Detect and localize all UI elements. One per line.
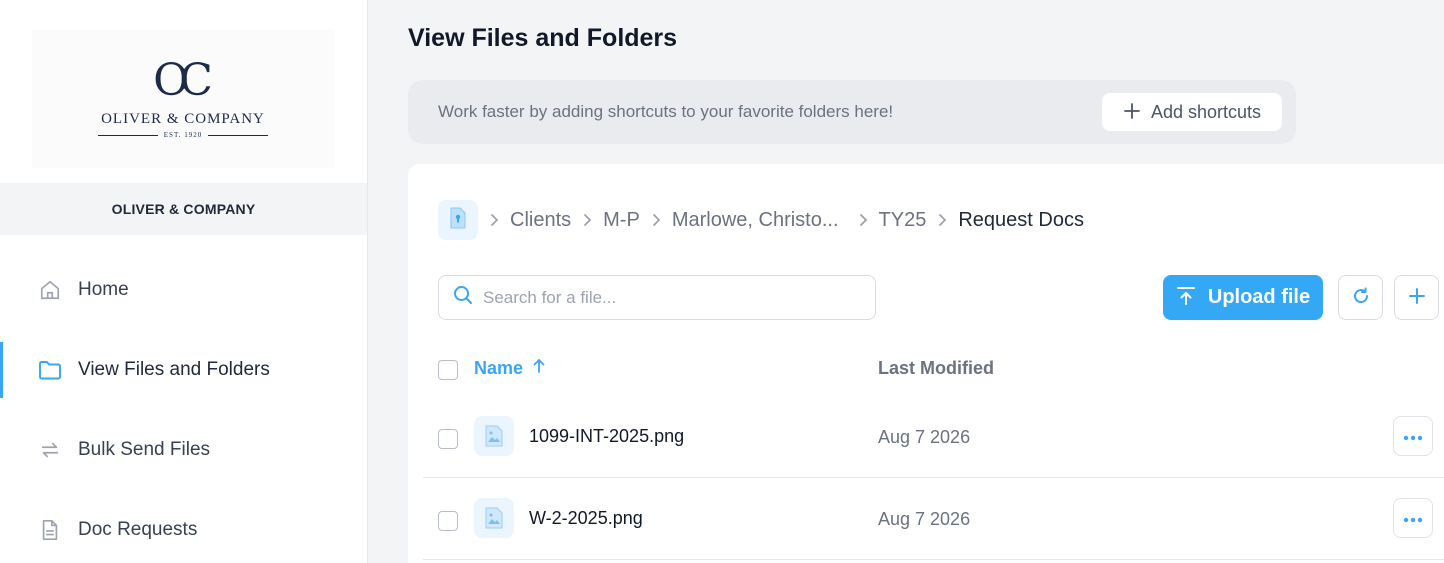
upload-file-label: Upload file <box>1207 286 1311 308</box>
column-header-name-label: Name <box>474 358 524 378</box>
chevron-right-icon <box>490 213 500 227</box>
table-row[interactable]: W-2-2025.png Aug 7 2026 <box>423 478 1444 560</box>
breadcrumb-current: Request Docs <box>958 208 1084 231</box>
file-name[interactable]: 1099-INT-2025.png <box>529 426 684 447</box>
more-horizontal-icon <box>1403 429 1423 444</box>
image-file-icon <box>474 498 514 538</box>
search-box <box>438 275 876 320</box>
breadcrumb-root[interactable] <box>438 200 478 240</box>
column-header-name[interactable]: Name <box>474 358 545 379</box>
secure-folder-icon <box>449 207 467 234</box>
logo-monogram: OC <box>153 55 213 106</box>
upload-icon <box>1176 286 1196 309</box>
logo-established: EST. 1920 <box>97 131 269 139</box>
breadcrumb-item[interactable]: Marlowe, Christo... <box>672 209 839 232</box>
nav-item-label: View Files and Folders <box>78 359 270 380</box>
logo-rule-right <box>208 134 269 136</box>
arrow-up-icon <box>533 358 545 379</box>
breadcrumb-item[interactable]: M-P <box>603 209 640 232</box>
row-checkbox[interactable] <box>438 429 458 449</box>
home-icon <box>38 278 62 302</box>
add-shortcuts-button[interactable]: Add shortcuts <box>1102 93 1282 131</box>
row-actions-button[interactable] <box>1393 498 1433 538</box>
file-last-modified: Aug 7 2026 <box>878 509 971 529</box>
nav-item-label: Bulk Send Files <box>78 439 211 460</box>
file-name[interactable]: W-2-2025.png <box>529 508 643 529</box>
refresh-icon <box>1351 286 1371 309</box>
image-file-icon <box>474 416 514 456</box>
document-icon <box>38 518 62 542</box>
chevron-right-icon <box>938 213 948 227</box>
table-row[interactable]: 1099-INT-2025.png Aug 7 2026 <box>423 396 1444 478</box>
nav-item-bulk-send[interactable]: Bulk Send Files <box>0 422 367 478</box>
plus-icon <box>1123 102 1141 123</box>
upload-file-button[interactable]: Upload file <box>1163 275 1323 320</box>
nav-item-view-files[interactable]: View Files and Folders <box>0 342 367 398</box>
row-actions-button[interactable] <box>1393 416 1433 456</box>
column-header-last-modified[interactable]: Last Modified <box>878 358 994 379</box>
shortcuts-hint: Work faster by adding shortcuts to your … <box>438 102 894 121</box>
search-input[interactable] <box>483 287 843 308</box>
company-logo: OC OLIVER & COMPANY EST. 1920 <box>32 30 334 168</box>
file-last-modified: Aug 7 2026 <box>878 427 971 447</box>
main-content: View Files and Folders Work faster by ad… <box>368 0 1444 563</box>
organization-name: OLIVER & COMPANY <box>0 183 367 235</box>
chevron-right-icon <box>652 213 662 227</box>
sidebar: OC OLIVER & COMPANY EST. 1920 OLIVER & C… <box>0 0 368 563</box>
search-icon <box>453 285 473 310</box>
page-title: View Files and Folders <box>408 24 678 52</box>
breadcrumb: Clients M-P Marlowe, Christo... TY25 Req… <box>438 200 1084 240</box>
more-horizontal-icon <box>1403 511 1423 526</box>
logo-wordmark: OLIVER & COMPANY <box>101 111 265 127</box>
nav-item-doc-requests[interactable]: Doc Requests <box>0 502 367 558</box>
logo-rule-left <box>97 134 158 136</box>
folder-icon <box>38 358 62 382</box>
chevron-right-icon <box>583 213 593 227</box>
nav-item-home[interactable]: Home <box>0 262 367 318</box>
add-new-button[interactable] <box>1394 275 1439 320</box>
logo-est-text: EST. 1920 <box>163 131 203 139</box>
nav-item-label: Doc Requests <box>78 519 198 540</box>
breadcrumb-item[interactable]: TY25 <box>879 209 927 232</box>
select-all-checkbox[interactable] <box>438 360 458 380</box>
files-panel: Clients M-P Marlowe, Christo... TY25 Req… <box>408 164 1444 563</box>
chevron-right-icon <box>859 213 869 227</box>
breadcrumb-item[interactable]: Clients <box>510 209 571 232</box>
row-checkbox[interactable] <box>438 511 458 531</box>
refresh-button[interactable] <box>1338 275 1383 320</box>
add-shortcuts-label: Add shortcuts <box>1150 101 1262 122</box>
swap-arrows-icon <box>38 438 62 462</box>
plus-icon <box>1408 287 1426 308</box>
nav-item-label: Home <box>78 279 129 300</box>
shortcuts-banner: Work faster by adding shortcuts to your … <box>408 80 1296 144</box>
